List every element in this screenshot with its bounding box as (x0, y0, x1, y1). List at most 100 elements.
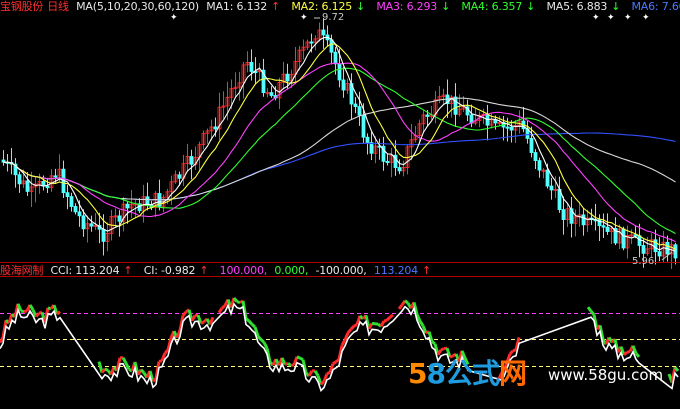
candle-body (657, 251, 662, 257)
candle-body (101, 228, 106, 242)
candle-body (369, 142, 374, 154)
last-value: 113.204 ↑ (373, 264, 432, 277)
cci-arrow-icon: ↑ (123, 264, 133, 277)
candle-body (81, 215, 86, 230)
cci-bar-segment (332, 360, 337, 365)
cci-bar-segment (299, 356, 304, 362)
candle-body (621, 228, 626, 249)
cci-bar-segment (404, 299, 409, 305)
cci-bar-segment (418, 320, 425, 327)
candle-body (549, 185, 554, 191)
candle-body (65, 192, 70, 198)
cci-bar-segment (346, 328, 353, 334)
candle-body (269, 92, 274, 96)
cci-bar-segment (353, 323, 358, 328)
candle-body (397, 167, 402, 172)
cci-bar-segment (260, 338, 265, 344)
cci-bar-segment (250, 323, 257, 329)
cci-bar-segment (307, 370, 314, 377)
event-marker-icon: ✦ (642, 13, 650, 23)
ma6-line (3, 132, 676, 201)
candle-body (425, 114, 430, 117)
moving-average-lines (3, 36, 676, 252)
cci-bar-segment (586, 306, 593, 313)
event-marker-icon: ✦ (607, 13, 615, 23)
candle-body (453, 96, 458, 115)
candle-body (73, 206, 78, 213)
cci-bar-segment (217, 307, 224, 314)
candle-body (25, 180, 30, 192)
cci-bar-segment (440, 347, 445, 352)
candle-body (385, 160, 390, 163)
candle-body (505, 126, 510, 129)
low-price-label: 5.96 (632, 256, 655, 267)
ma2-arrow-icon: ↓ (356, 0, 366, 13)
candle-body (309, 41, 314, 44)
cci-bar-segment (389, 313, 394, 319)
kline-chart[interactable]: ✦ ✦ ✦ ✦ ✦ ✦ (0, 0, 680, 409)
cci-bar-segment (23, 309, 28, 314)
cci-bar-segment (287, 362, 292, 367)
cci-bar-segment (349, 325, 356, 331)
candle-body (77, 211, 82, 217)
watermark-url: www.58gu.com (548, 366, 664, 384)
cci-bar-segment (589, 310, 596, 316)
level-low: -100.000, (315, 264, 367, 277)
candle-body (213, 126, 218, 130)
indicator-name[interactable]: 股海网制 (0, 264, 43, 277)
cci-bar-segment (121, 357, 128, 364)
cci-bar-segment (28, 304, 35, 311)
candle-body (285, 73, 290, 82)
candle-body (329, 39, 334, 53)
stock-name[interactable]: 宝钢股份 (0, 0, 43, 13)
cci-bar-segment (262, 341, 269, 349)
ma6-value: MA6: 7.603↓ (631, 0, 680, 13)
cci-bar-segment (296, 355, 301, 360)
candle-body (69, 196, 74, 207)
candle-body (581, 214, 586, 226)
last-arrow-icon: ↑ (421, 264, 432, 277)
candle-body (321, 29, 326, 36)
cci-bar-segment (56, 310, 61, 316)
level-zero: 0.000, (274, 264, 309, 277)
cci-bar-segment (181, 310, 188, 317)
cci-bar-segment (245, 317, 250, 323)
event-marker-icon: ✦ (170, 13, 178, 23)
cci-bar-segment (151, 377, 158, 383)
candle-body (509, 126, 514, 131)
watermark-logo: 58公式网 (408, 357, 527, 390)
candle-body (641, 245, 646, 254)
level-high: 100.000, (219, 264, 268, 277)
candle-body (333, 51, 338, 65)
cci-bar-segment (431, 340, 436, 346)
ma3-arrow-icon: ↓ (441, 0, 451, 13)
ma5-value: MA5: 6.883 ↓ (546, 0, 621, 13)
cci-bar-segment (326, 370, 331, 376)
ci-arrow-icon: ↑ (199, 264, 209, 277)
cci-bar-segment (319, 380, 326, 386)
candle-body (189, 156, 194, 165)
cci-bar-segment (190, 314, 197, 322)
candle-body (125, 203, 130, 209)
cci-bar-segment (290, 363, 295, 367)
cci-bar-segment (163, 348, 170, 355)
ma5-arrow-icon: ↓ (611, 0, 621, 13)
high-price-label: 9.72 (322, 12, 345, 23)
indicator-header: 股海网制 CCI: 113.204 ↑ CI: -0.982 ↑ 100.000, … (0, 264, 439, 278)
cci-bar-segment (139, 368, 146, 374)
candle-body (337, 63, 342, 81)
ci-value: CI: -0.982 ↑ (143, 264, 209, 277)
candle-body (529, 138, 534, 153)
cci-bar-segment (158, 359, 163, 363)
period-label[interactable]: 日线 (47, 0, 69, 13)
candle-body (53, 175, 58, 178)
cci-bar-segment (256, 335, 263, 341)
candle-body (353, 103, 358, 108)
cci-bar-segment (385, 316, 392, 322)
cci-bar-segment (335, 358, 340, 364)
cci-bar-segment (397, 304, 404, 310)
ma-spec: MA(5,10,20,30,60,120) (76, 0, 199, 13)
candle-body (545, 169, 550, 187)
cci-bar-segment (221, 304, 226, 310)
candle-body (561, 209, 566, 220)
